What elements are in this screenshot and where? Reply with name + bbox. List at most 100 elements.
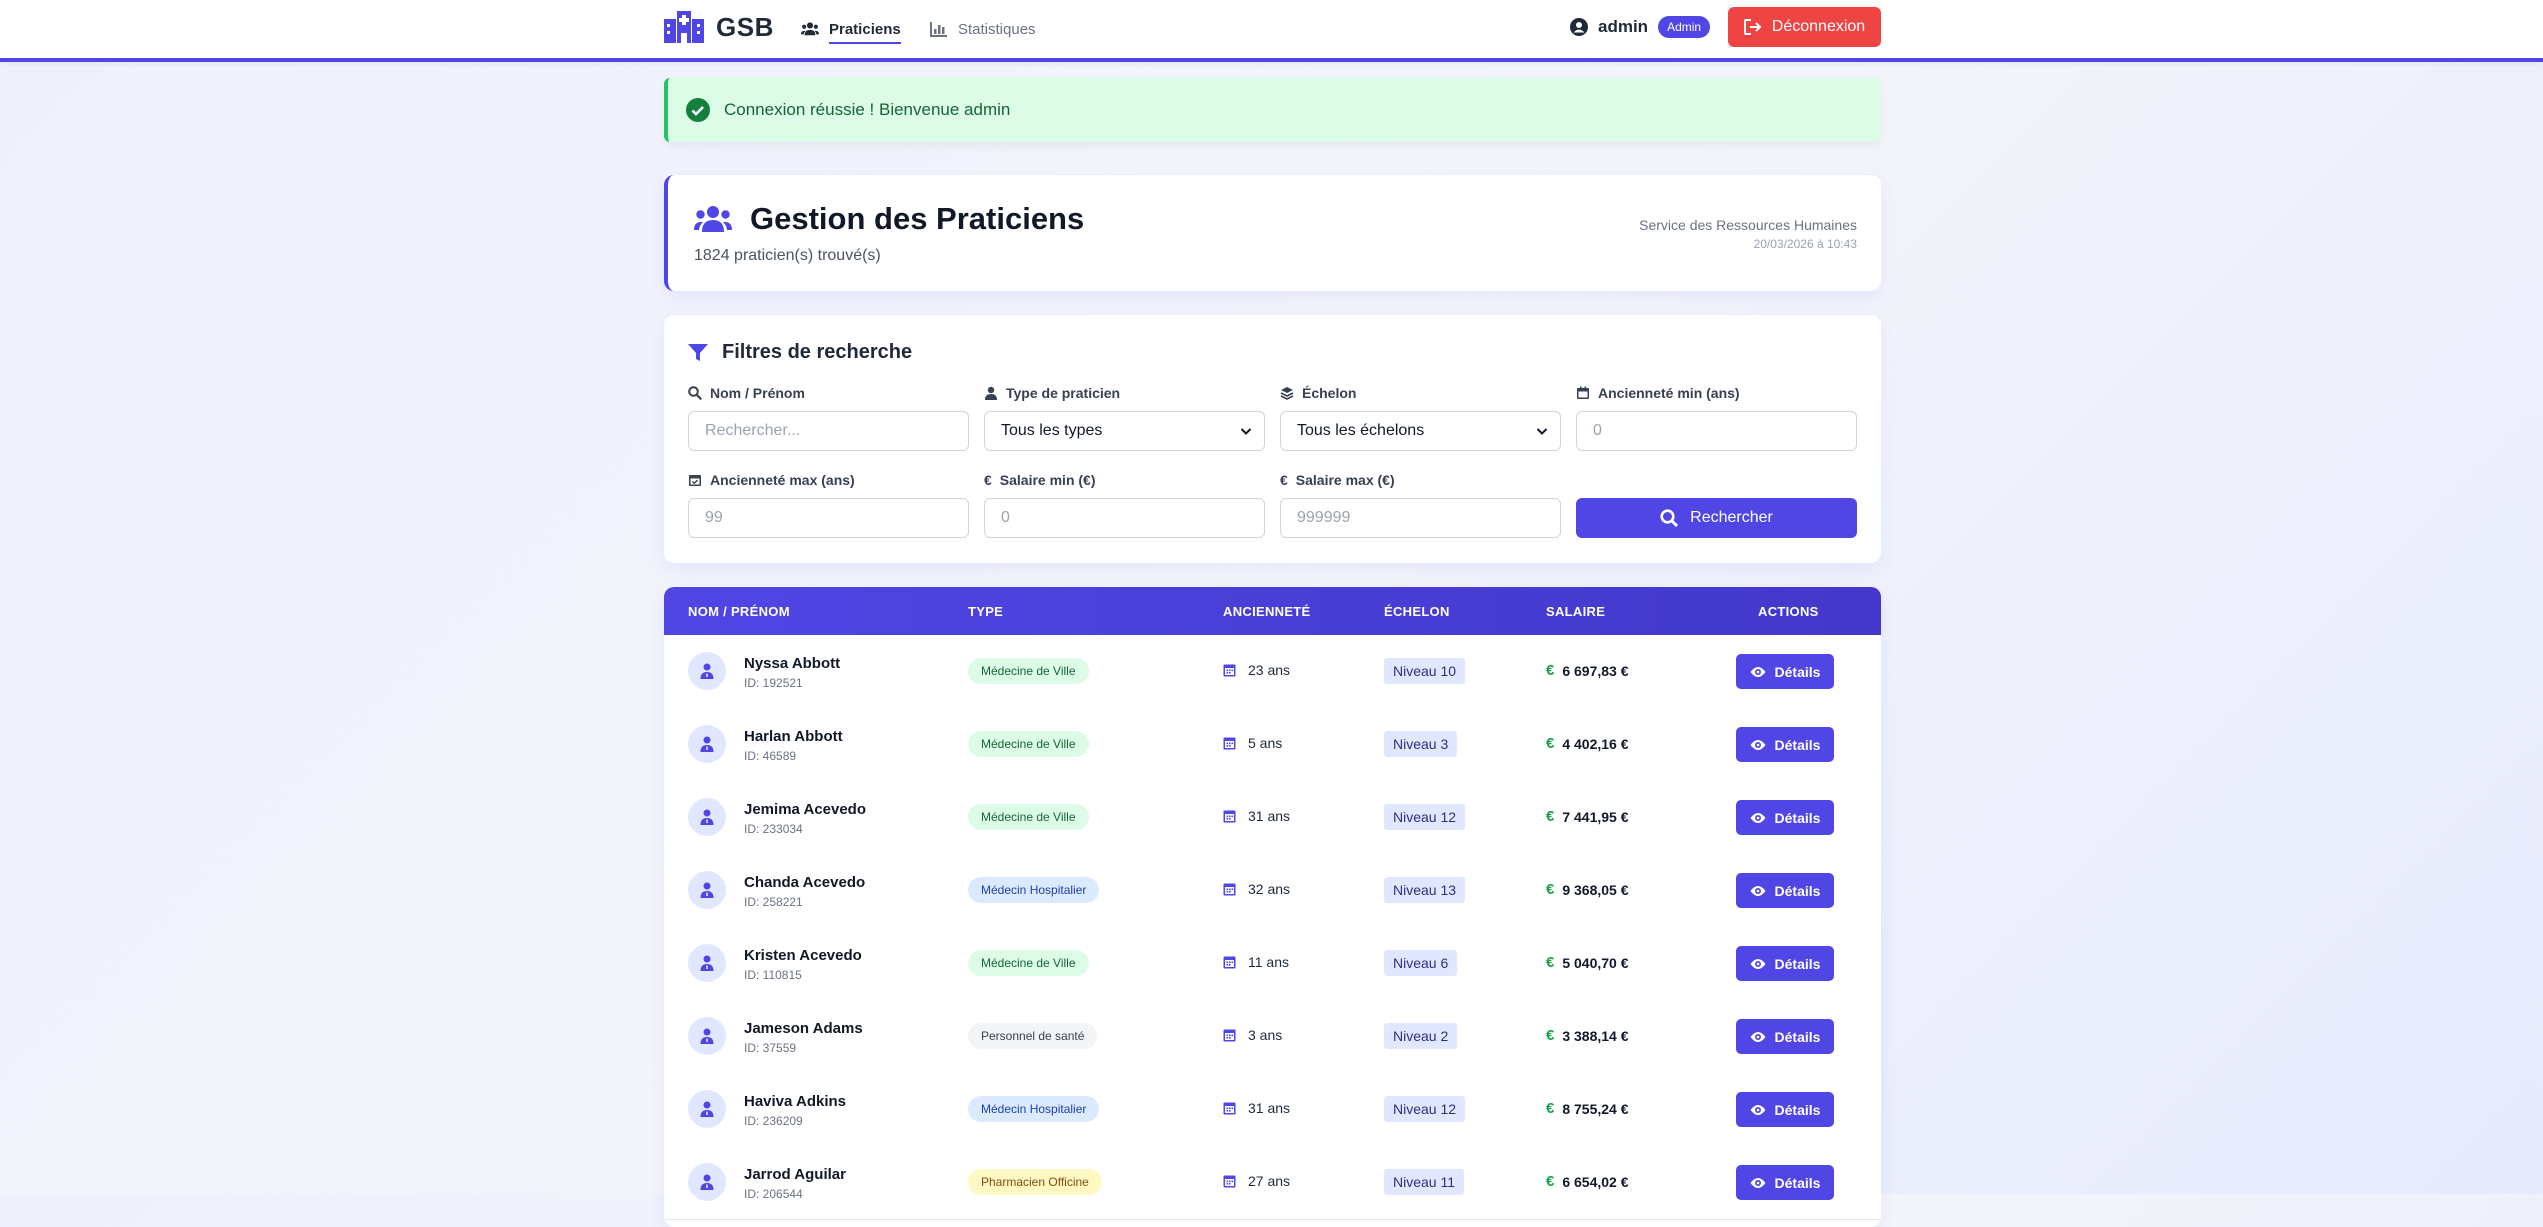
- praticien-name: Harlan Abbott: [744, 728, 843, 745]
- col-header-echelon[interactable]: ÉCHELON: [1384, 604, 1450, 619]
- anciennete-cell: 31 ans: [1223, 808, 1290, 824]
- echelon-select-value: Tous les échelons: [1297, 422, 1425, 439]
- layers-icon: [1280, 387, 1294, 400]
- table-header: NOM / PRÉNOM TYPE ANCIENNETÉ ÉCHELON SAL…: [664, 587, 1881, 635]
- search-icon: [1660, 509, 1679, 527]
- euro-icon: €: [1546, 881, 1555, 898]
- echelon-label: Échelon: [1280, 385, 1356, 401]
- logout-button[interactable]: Déconnexion: [1728, 7, 1881, 47]
- salaire-cell: € 3 388,14 €: [1546, 1027, 1629, 1044]
- avatar: [688, 1017, 726, 1055]
- praticien-id: ID: 110815: [744, 968, 802, 982]
- avatar: [688, 1163, 726, 1201]
- praticien-name: Nyssa Abbott: [744, 655, 841, 672]
- echelon-select[interactable]: Tous les échelons: [1280, 411, 1561, 451]
- nav-link-label: Statistiques: [958, 20, 1036, 38]
- department-label: Service des Ressources Humaines: [1639, 217, 1857, 233]
- type-select[interactable]: Tous les types: [984, 411, 1265, 451]
- col-header-type[interactable]: TYPE: [968, 604, 1003, 619]
- calendar-icon: [1223, 737, 1236, 750]
- user-doctor-icon: [700, 736, 714, 752]
- type-select-value: Tous les types: [1001, 422, 1103, 439]
- details-button[interactable]: Détails: [1736, 873, 1834, 908]
- type-label: Type de praticien: [984, 385, 1120, 401]
- eye-icon: [1750, 1104, 1766, 1115]
- anc-max-placeholder: 99: [705, 509, 723, 526]
- details-button[interactable]: Détails: [1736, 1019, 1834, 1054]
- echelon-badge: Niveau 3: [1384, 731, 1458, 757]
- anciennete-cell: 3 ans: [1223, 1027, 1282, 1043]
- sal-max-label: € Salaire max (€): [1280, 472, 1395, 488]
- euro-icon: €: [1546, 662, 1555, 679]
- type-badge: Personnel de santé: [968, 1023, 1098, 1049]
- logout-label: Déconnexion: [1771, 18, 1866, 35]
- anc-min-placeholder: 0: [1593, 422, 1602, 439]
- col-header-anciennete[interactable]: ANCIENNETÉ: [1223, 604, 1311, 619]
- calendar-icon: [1223, 810, 1236, 823]
- brand[interactable]: GSB: [664, 11, 774, 43]
- table-row: Jarrod Aguilar ID: 206544 Pharmacien Off…: [664, 1146, 1881, 1220]
- type-badge: Médecin Hospitalier: [968, 877, 1100, 903]
- anciennete-value: 31 ans: [1248, 808, 1291, 824]
- datetime-label: 20/03/2026 à 10:43: [1753, 237, 1857, 251]
- praticien-id: ID: 37559: [744, 1041, 797, 1055]
- details-button[interactable]: Détails: [1736, 946, 1834, 981]
- avatar: [688, 1090, 726, 1128]
- euro-icon: €: [984, 472, 992, 488]
- sal-max-label-text: Salaire max (€): [1295, 472, 1395, 488]
- alert-message: Connexion réussie ! Bienvenue admin: [724, 100, 1011, 119]
- nav-link-statistiques[interactable]: Statistiques: [930, 0, 1036, 58]
- calendar-icon: [1223, 956, 1236, 969]
- details-label: Détails: [1774, 1174, 1821, 1191]
- table-row: Chanda Acevedo ID: 258221 Médecin Hospit…: [664, 854, 1881, 928]
- type-badge: Médecine de Ville: [968, 731, 1089, 757]
- anc-min-input[interactable]: 0: [1576, 411, 1857, 451]
- euro-icon: €: [1546, 735, 1555, 752]
- salaire-cell: € 6 697,83 €: [1546, 662, 1629, 679]
- euro-icon: €: [1546, 954, 1555, 971]
- salaire-cell: € 5 040,70 €: [1546, 954, 1629, 971]
- details-label: Détails: [1774, 882, 1821, 899]
- echelon-badge: Niveau 12: [1384, 1096, 1466, 1122]
- echelon-badge: Niveau 13: [1384, 877, 1466, 903]
- calendar-icon: [1223, 1175, 1236, 1188]
- salaire-value: 4 402,16 €: [1562, 735, 1629, 752]
- details-label: Détails: [1774, 809, 1821, 826]
- anc-max-input[interactable]: 99: [688, 498, 969, 538]
- salaire-value: 6 654,02 €: [1562, 1173, 1629, 1190]
- role-badge: Admin: [1658, 16, 1711, 38]
- details-button[interactable]: Détails: [1736, 800, 1834, 835]
- type-badge: Médecine de Ville: [968, 950, 1089, 976]
- name-search-input[interactable]: Rechercher...: [688, 411, 969, 451]
- filter-panel: Filtres de recherche Nom / Prénom Type d…: [664, 315, 1881, 563]
- anciennete-value: 31 ans: [1248, 1100, 1291, 1116]
- praticien-name: Jarrod Aguilar: [744, 1166, 846, 1183]
- praticien-id: ID: 192521: [744, 676, 803, 690]
- user-doctor-icon: [700, 809, 714, 825]
- salaire-cell: € 6 654,02 €: [1546, 1173, 1629, 1190]
- col-header-name[interactable]: NOM / PRÉNOM: [688, 604, 790, 619]
- details-button[interactable]: Détails: [1736, 1092, 1834, 1127]
- sal-max-input[interactable]: 999999: [1280, 498, 1561, 538]
- user-doctor-icon: [700, 663, 714, 679]
- table-row: Jemima Acevedo ID: 233034 Médecine de Vi…: [664, 781, 1881, 855]
- search-button[interactable]: Rechercher: [1576, 498, 1857, 538]
- chevron-down-icon: [1240, 428, 1252, 435]
- table-row: Harlan Abbott ID: 46589 Médecine de Vill…: [664, 708, 1881, 782]
- echelon-badge: Niveau 11: [1384, 1169, 1465, 1195]
- details-button[interactable]: Détails: [1736, 727, 1834, 762]
- anciennete-value: 3 ans: [1248, 1027, 1283, 1043]
- details-button[interactable]: Détails: [1736, 1165, 1834, 1200]
- euro-icon: €: [1546, 1100, 1555, 1117]
- sal-min-input[interactable]: 0: [984, 498, 1265, 538]
- details-button[interactable]: Détails: [1736, 654, 1834, 689]
- praticien-id: ID: 46589: [744, 749, 797, 763]
- praticien-id: ID: 258221: [744, 895, 803, 909]
- avatar: [688, 725, 726, 763]
- nav-link-praticiens[interactable]: Praticiens: [801, 0, 901, 58]
- sal-min-label-text: Salaire min (€): [999, 472, 1096, 488]
- euro-icon: €: [1546, 1173, 1555, 1190]
- anc-min-label-text: Ancienneté min (ans): [1598, 385, 1740, 401]
- col-header-salaire[interactable]: SALAIRE: [1546, 604, 1605, 619]
- page-header: Gestion des Praticiens 1824 praticien(s)…: [664, 175, 1881, 291]
